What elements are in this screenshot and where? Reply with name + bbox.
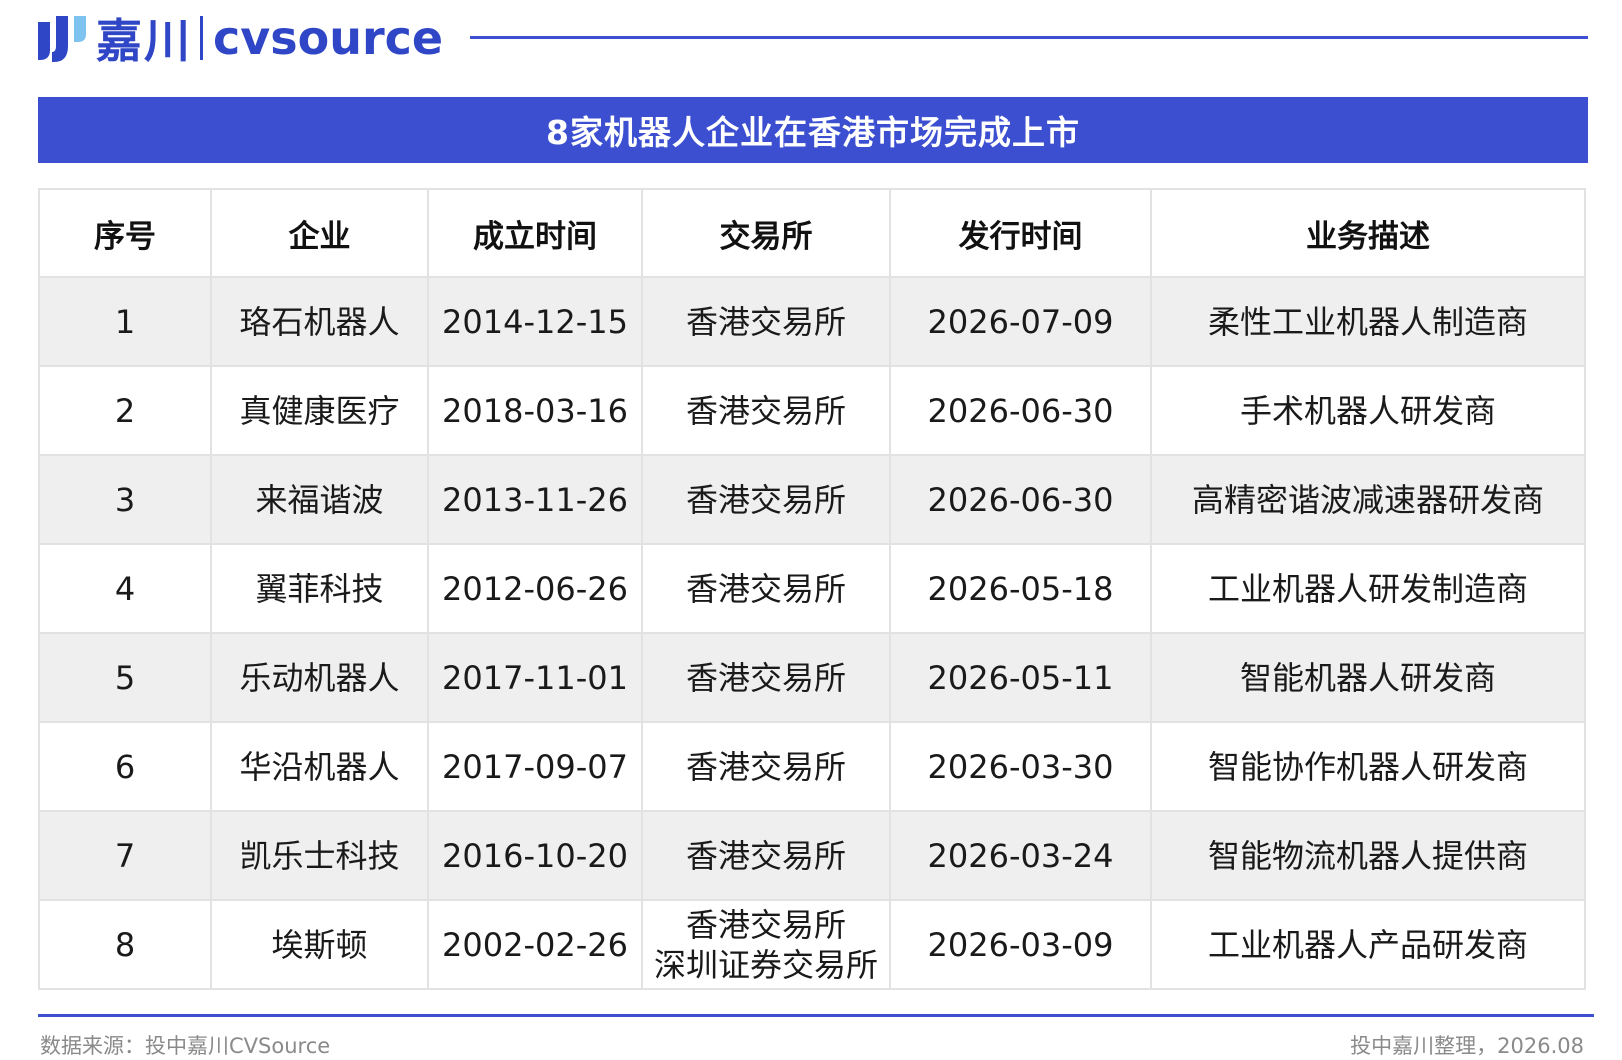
cell-exchange: 香港交易所 [641, 543, 891, 634]
table-row: 7 凯乐士科技 2016-10-20 香港交易所 2026-03-24 智能物流… [38, 810, 1586, 901]
cell-founded: 2012-06-26 [427, 543, 643, 634]
cell-founded: 2018-03-16 [427, 365, 643, 456]
cell-founded: 2016-10-20 [427, 810, 643, 901]
cell-issue-date: 2026-05-18 [889, 543, 1152, 634]
cell-description: 工业机器人产品研发商 [1150, 899, 1586, 990]
cell-issue-date: 2026-06-30 [889, 454, 1152, 545]
cell-exchange: 香港交易所 [641, 365, 891, 456]
table-row: 3 来福谐波 2013-11-26 香港交易所 2026-06-30 高精密谐波… [38, 454, 1586, 545]
cell-founded: 2013-11-26 [427, 454, 643, 545]
cell-exchange: 香港交易所 [641, 721, 891, 812]
table-row: 8 埃斯顿 2002-02-26 香港交易所 深圳证券交易所 2026-03-0… [38, 899, 1586, 990]
cell-founded: 2017-09-07 [427, 721, 643, 812]
brand-logo: 嘉川 cvsource [34, 8, 443, 68]
table-header-row: 序号 企业 成立时间 交易所 发行时间 业务描述 [38, 188, 1586, 278]
cell-company: 乐动机器人 [210, 632, 429, 723]
cell-exchange: 香港交易所 [641, 632, 891, 723]
cell-issue-date: 2026-03-30 [889, 721, 1152, 812]
cell-issue-date: 2026-05-11 [889, 632, 1152, 723]
cell-company: 埃斯顿 [210, 899, 429, 990]
brand-mark-icon [38, 16, 86, 62]
header-rule [470, 36, 1588, 39]
cell-no: 5 [38, 632, 212, 723]
exchange-line: 深圳证券交易所 [653, 945, 878, 984]
cell-description: 智能物流机器人提供商 [1150, 810, 1586, 901]
page-title: 8家机器人企业在香港市场完成上市 [38, 97, 1588, 163]
table-row: 6 华沿机器人 2017-09-07 香港交易所 2026-03-30 智能协作… [38, 721, 1586, 812]
credit-note: 投中嘉川整理，2026.08 [1350, 1034, 1584, 1058]
cell-description: 智能机器人研发商 [1150, 632, 1586, 723]
cell-founded: 2017-11-01 [427, 632, 643, 723]
cell-exchange: 香港交易所 [641, 454, 891, 545]
cell-description: 高精密谐波减速器研发商 [1150, 454, 1586, 545]
cell-no: 1 [38, 276, 212, 367]
cell-issue-date: 2026-06-30 [889, 365, 1152, 456]
cell-company: 真健康医疗 [210, 365, 429, 456]
header-founded: 成立时间 [427, 188, 643, 278]
cell-founded: 2014-12-15 [427, 276, 643, 367]
cell-no: 6 [38, 721, 212, 812]
cell-exchange: 香港交易所 [641, 810, 891, 901]
table-row: 2 真健康医疗 2018-03-16 香港交易所 2026-06-30 手术机器… [38, 365, 1586, 456]
cell-company: 凯乐士科技 [210, 810, 429, 901]
cell-no: 8 [38, 899, 212, 990]
cell-description: 手术机器人研发商 [1150, 365, 1586, 456]
header-exchange: 交易所 [641, 188, 891, 278]
cell-description: 智能协作机器人研发商 [1150, 721, 1586, 812]
cell-description: 柔性工业机器人制造商 [1150, 276, 1586, 367]
header-description: 业务描述 [1150, 188, 1586, 278]
footer-rule [38, 1014, 1594, 1017]
cell-issue-date: 2026-07-09 [889, 276, 1152, 367]
cell-company: 珞石机器人 [210, 276, 429, 367]
cell-no: 2 [38, 365, 212, 456]
cell-issue-date: 2026-03-24 [889, 810, 1152, 901]
table-row: 1 珞石机器人 2014-12-15 香港交易所 2026-07-09 柔性工业… [38, 276, 1586, 367]
exchange-line: 香港交易所 [685, 905, 846, 944]
cell-no: 7 [38, 810, 212, 901]
cell-company: 来福谐波 [210, 454, 429, 545]
cell-exchange: 香港交易所 [641, 276, 891, 367]
brand-divider [200, 16, 203, 60]
cell-no: 3 [38, 454, 212, 545]
cell-exchange: 香港交易所 深圳证券交易所 [641, 899, 891, 990]
source-note: 数据来源：投中嘉川CVSource [40, 1034, 331, 1058]
table-row: 4 翼菲科技 2012-06-26 香港交易所 2026-05-18 工业机器人… [38, 543, 1586, 634]
header-no: 序号 [38, 188, 212, 278]
header-issue-date: 发行时间 [889, 188, 1152, 278]
brand-name-cn: 嘉川 [96, 14, 192, 68]
cell-no: 4 [38, 543, 212, 634]
table-row: 5 乐动机器人 2017-11-01 香港交易所 2026-05-11 智能机器… [38, 632, 1586, 723]
cell-company: 华沿机器人 [210, 721, 429, 812]
cell-description: 工业机器人研发制造商 [1150, 543, 1586, 634]
brand-name-en: cvsource [213, 11, 444, 65]
header-company: 企业 [210, 188, 429, 278]
ipo-table: 序号 企业 成立时间 交易所 发行时间 业务描述 1 珞石机器人 2014-12… [38, 188, 1586, 990]
cell-company: 翼菲科技 [210, 543, 429, 634]
cell-issue-date: 2026-03-09 [889, 899, 1152, 990]
cell-founded: 2002-02-26 [427, 899, 643, 990]
